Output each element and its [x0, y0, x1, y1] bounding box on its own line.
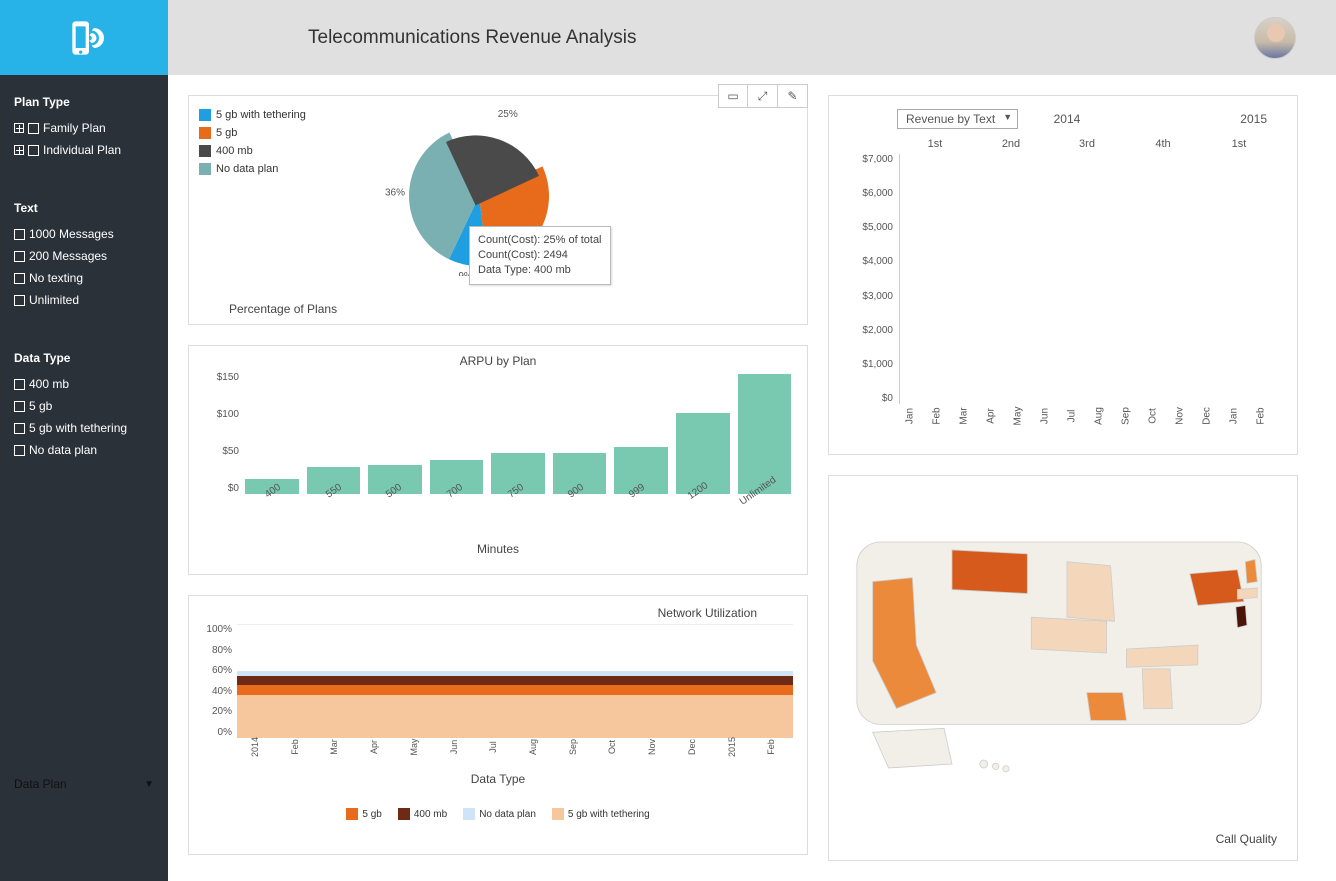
filter-group-data-type: Data Type 400 mb 5 gb 5 gb with tetherin…: [14, 351, 154, 461]
checkbox[interactable]: [14, 445, 25, 456]
revenue-bars: [899, 154, 1277, 404]
filters-panel: Plan Type Family Plan Individual Plan Te…: [0, 75, 168, 881]
network-x-axis: 2014FebMarAprMayJunJulAugSepOctNovDec201…: [237, 740, 793, 754]
expand-icon: [14, 123, 24, 133]
quarter-labels: 1st2nd3rd4th1st: [897, 138, 1277, 150]
sidebar-item-family-plan[interactable]: Family Plan: [14, 117, 154, 139]
checkbox[interactable]: [14, 379, 25, 390]
plan-type-title: Plan Type: [14, 95, 154, 109]
data-type-title: Data Type: [14, 351, 154, 365]
pie-caption: Percentage of Plans: [229, 302, 337, 316]
map-panel: Call Quality: [828, 475, 1298, 861]
revenue-measure-select[interactable]: Revenue by Text: [897, 109, 1018, 129]
page-title: Telecommunications Revenue Analysis: [308, 27, 636, 49]
checkbox[interactable]: [14, 401, 25, 412]
avatar[interactable]: [1254, 17, 1296, 59]
sidebar-item-400mb[interactable]: 400 mb: [14, 373, 154, 395]
checkbox[interactable]: [28, 145, 39, 156]
checkbox[interactable]: [14, 423, 25, 434]
year-2015-label: 2015: [1240, 112, 1267, 126]
checkbox[interactable]: [14, 251, 25, 262]
network-xlabel: Data Type: [199, 772, 797, 786]
panel-toolbar: ▭ ⤢ ✎: [718, 84, 808, 108]
sidebar-item-5gb[interactable]: 5 gb: [14, 395, 154, 417]
filter-group-plan-type: Plan Type Family Plan Individual Plan: [14, 95, 154, 161]
plans-pie-panel: ▭ ⤢ ✎ 5 gb with tethering5 gb400 mbNo da…: [188, 95, 808, 325]
revenue-x-axis: JanFebMarAprMayJunJulAugSepOctNovDecJanF…: [899, 406, 1277, 424]
sidebar-item-1000-messages[interactable]: 1000 Messages: [14, 223, 154, 245]
edit-button[interactable]: ✎: [778, 84, 808, 108]
pie-legend: 5 gb with tethering5 gb400 mbNo data pla…: [199, 106, 339, 314]
sidebar-item-no-texting[interactable]: No texting: [14, 267, 154, 289]
pie-tooltip: Count(Cost): 25% of total Count(Cost): 2…: [469, 226, 611, 285]
usa-map[interactable]: [841, 488, 1285, 818]
svg-text:36%: 36%: [385, 188, 405, 199]
checkbox[interactable]: [14, 229, 25, 240]
arpu-xlabel: Minutes: [199, 542, 797, 556]
sidebar-item-unlimited[interactable]: Unlimited: [14, 289, 154, 311]
checkbox[interactable]: [28, 123, 39, 134]
header: Telecommunications Revenue Analysis: [168, 0, 1336, 75]
svg-text:25%: 25%: [498, 109, 518, 120]
sidebar-item-200-messages[interactable]: 200 Messages: [14, 245, 154, 267]
arpu-title: ARPU by Plan: [199, 354, 797, 368]
checkbox[interactable]: [14, 273, 25, 284]
data-plan-select[interactable]: Data Plan ▼: [14, 777, 154, 791]
arpu-x-axis: 4005505007007509009991200Unlimited: [245, 494, 791, 512]
revenue-chart-panel: Revenue by Text 2014 2015 1st2nd3rd4th1s…: [828, 95, 1298, 455]
chevron-down-icon: ▼: [144, 779, 154, 790]
arpu-panel: ARPU by Plan $150$100$50$0 4005505007007…: [188, 345, 808, 575]
network-y-axis: 100%80%60%40%20%0%: [199, 624, 235, 738]
arpu-y-axis: $150$100$50$0: [199, 372, 243, 494]
year-2014-label: 2014: [1054, 112, 1081, 126]
expand-button[interactable]: ⤢: [748, 84, 778, 108]
map-caption: Call Quality: [1216, 832, 1277, 846]
sidebar-item-no-data-plan[interactable]: No data plan: [14, 439, 154, 461]
logo: [0, 0, 168, 75]
revenue-y-axis: $7,000$6,000$5,000$4,000$3,000$2,000$1,0…: [849, 154, 897, 404]
text-title: Text: [14, 201, 154, 215]
filter-group-text: Text 1000 Messages 200 Messages No texti…: [14, 201, 154, 311]
sidebar-item-5gb-tethering[interactable]: 5 gb with tethering: [14, 417, 154, 439]
network-legend: 5 gb400 mbNo data plan5 gb with tetherin…: [199, 808, 797, 820]
network-area: [237, 624, 793, 738]
comment-button[interactable]: ▭: [718, 84, 748, 108]
phone-signal-icon: [64, 18, 104, 58]
expand-icon: [14, 145, 24, 155]
sidebar: Plan Type Family Plan Individual Plan Te…: [0, 0, 168, 881]
sidebar-item-individual-plan[interactable]: Individual Plan: [14, 139, 154, 161]
network-title: Network Utilization: [199, 606, 757, 620]
network-panel: Network Utilization 100%80%60%40%20%0% 2…: [188, 595, 808, 855]
checkbox[interactable]: [14, 295, 25, 306]
